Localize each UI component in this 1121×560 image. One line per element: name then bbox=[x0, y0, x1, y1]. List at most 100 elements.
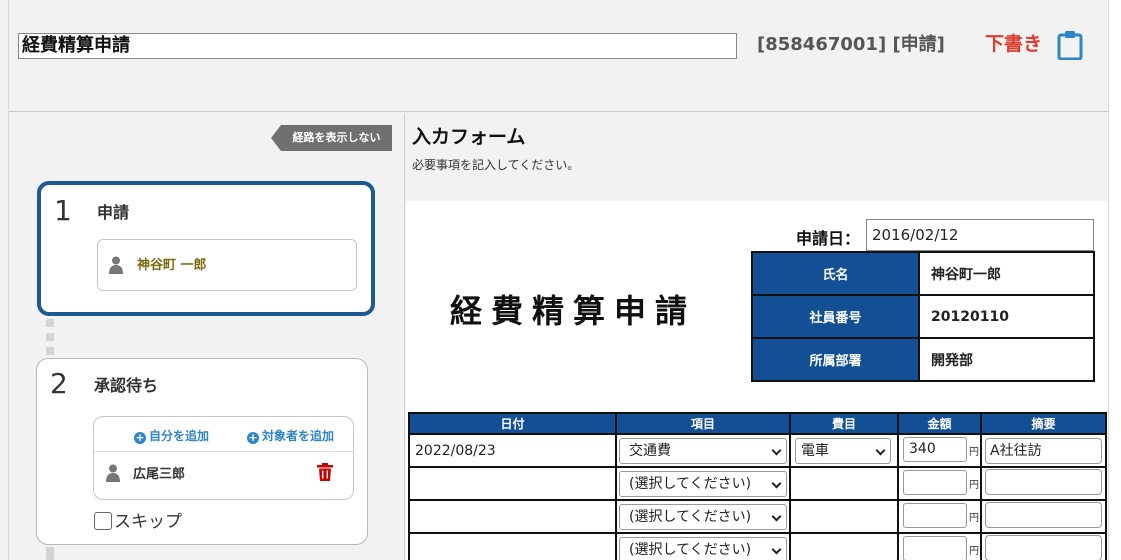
info-label: 氏名 bbox=[751, 251, 920, 296]
expense-table: 日付 項目 費目 金額 摘要 2022/08/23 交通費 電車 340 円 A社… bbox=[408, 412, 1107, 560]
route-panel: 経路を表示しない 1 申請 神谷町 一郎 2 承認待ち + 自分を追加 + 対象者を… bbox=[10, 113, 405, 560]
info-value: 神谷町一郎 bbox=[918, 251, 1095, 296]
approver-box: + 自分を追加 + 対象者を追加 広尾三郎 bbox=[93, 416, 354, 500]
add-self-link[interactable]: + 自分を追加 bbox=[134, 427, 209, 444]
step-name: 承認待ち bbox=[94, 376, 159, 395]
item-select[interactable]: (選択してください) bbox=[619, 503, 787, 530]
amount-input[interactable]: 340 bbox=[903, 437, 967, 462]
cost-cell bbox=[789, 466, 899, 501]
note-cell bbox=[980, 466, 1107, 501]
amount-wrap: 340 円 bbox=[899, 435, 980, 466]
item-select[interactable]: (選択してください) bbox=[619, 536, 787, 560]
date-cell[interactable]: 2022/08/23 bbox=[408, 433, 617, 468]
note-input[interactable] bbox=[985, 534, 1102, 560]
header: 経費精算申請 [858467001] [申請] 下書き bbox=[9, 0, 1108, 112]
document-title-input[interactable]: 経費精算申請 bbox=[18, 33, 737, 59]
add-target-link[interactable]: + 対象者を追加 bbox=[247, 427, 334, 444]
form-header: 入カフォーム 必要事項を記入してください。 bbox=[406, 113, 1108, 201]
column-header-date: 日付 bbox=[408, 412, 617, 435]
employee-info-table: 氏名 神谷町一郎 社員番号 20120110 所属部署 開発部 bbox=[751, 251, 1095, 382]
info-label: 社員番号 bbox=[751, 294, 920, 339]
info-label: 所属部署 bbox=[751, 337, 920, 382]
note-input[interactable] bbox=[985, 501, 1102, 528]
sheet-title: 経費精算申請 bbox=[450, 292, 697, 330]
person-icon bbox=[109, 256, 123, 274]
step-name: 申請 bbox=[97, 203, 130, 222]
draft-status: 下書き bbox=[985, 33, 1043, 55]
yen-unit: 円 bbox=[969, 546, 979, 557]
yen-unit: 円 bbox=[969, 447, 979, 458]
left-edge-bar bbox=[0, 0, 9, 560]
yen-unit: 円 bbox=[969, 513, 979, 524]
apply-date-input[interactable]: 2016/02/12 bbox=[866, 219, 1094, 251]
divider bbox=[94, 451, 353, 452]
checkbox-box bbox=[94, 512, 112, 530]
amount-cell: 円 bbox=[897, 499, 982, 534]
form-title: 入カフォーム bbox=[412, 126, 526, 148]
amount-input[interactable] bbox=[903, 470, 967, 495]
form-subtitle: 必要事項を記入してください。 bbox=[412, 158, 580, 172]
note-cell bbox=[980, 532, 1107, 560]
column-header-cost: 費目 bbox=[789, 412, 899, 435]
note-cell bbox=[980, 499, 1107, 534]
info-row: 氏名 神谷町一郎 bbox=[751, 251, 1095, 296]
column-header-note: 摘要 bbox=[980, 412, 1107, 435]
note-cell: A社往訪 bbox=[980, 433, 1107, 468]
skip-label: スキップ bbox=[114, 512, 182, 532]
date-cell[interactable] bbox=[408, 466, 617, 501]
item-select[interactable]: 交通費 bbox=[619, 437, 787, 464]
note-input[interactable]: A社往訪 bbox=[985, 437, 1102, 464]
table-header-row: 日付 項目 費目 金額 摘要 bbox=[408, 412, 1107, 435]
step-number: 1 bbox=[54, 194, 72, 227]
item-select[interactable]: (選択してください) bbox=[619, 470, 787, 497]
table-row: 2022/08/23 交通費 電車 340 円 A社往訪 bbox=[408, 433, 1107, 468]
date-value bbox=[410, 542, 415, 558]
amount-cell: 340 円 bbox=[897, 433, 982, 468]
document-id: [858467001] [申請] bbox=[757, 34, 945, 55]
form-body: 申請日： 2016/02/12 経費精算申請 氏名 神谷町一郎 社員番号 201… bbox=[406, 201, 1108, 560]
step-number: 2 bbox=[50, 367, 68, 400]
amount-wrap: 円 bbox=[899, 468, 980, 499]
table-row: (選択してください) 円 bbox=[408, 532, 1107, 560]
yen-unit: 円 bbox=[969, 480, 979, 491]
table-row: (選択してください) 円 bbox=[408, 499, 1107, 534]
note-input[interactable] bbox=[985, 468, 1102, 495]
applicant-box: 神谷町 一郎 bbox=[97, 239, 357, 291]
table-row: (選択してください) 円 bbox=[408, 466, 1107, 501]
date-value bbox=[410, 509, 415, 525]
info-row: 所属部署 開発部 bbox=[751, 337, 1095, 382]
clipboard-icon[interactable] bbox=[1057, 30, 1083, 60]
add-target-label: 対象者を追加 bbox=[262, 429, 335, 443]
item-cell: (選択してください) bbox=[615, 532, 791, 560]
add-self-label: 自分を追加 bbox=[149, 429, 210, 443]
skip-checkbox[interactable]: スキップ bbox=[94, 507, 182, 532]
route-step-2: 2 承認待ち + 自分を追加 + 対象者を追加 広尾三郎 スキップ bbox=[36, 358, 368, 545]
amount-cell: 円 bbox=[897, 532, 982, 560]
cost-select[interactable]: 電車 bbox=[795, 437, 891, 464]
item-cell: 交通費 bbox=[615, 433, 791, 468]
applicant-name: 神谷町 一郎 bbox=[137, 258, 207, 273]
amount-input[interactable] bbox=[903, 503, 967, 528]
item-cell: (選択してください) bbox=[615, 499, 791, 534]
cost-cell: 電車 bbox=[789, 433, 899, 468]
info-value: 20120110 bbox=[918, 294, 1095, 339]
date-value bbox=[410, 476, 415, 492]
column-header-amount: 金額 bbox=[897, 412, 982, 435]
cost-cell bbox=[789, 499, 899, 534]
plus-circle-icon: + bbox=[247, 431, 259, 444]
person-icon bbox=[106, 464, 120, 482]
info-value: 開発部 bbox=[918, 337, 1095, 382]
amount-input[interactable] bbox=[903, 536, 967, 560]
cost-cell bbox=[789, 532, 899, 560]
right-scrollbar[interactable] bbox=[1108, 0, 1121, 560]
amount-wrap: 円 bbox=[899, 534, 980, 560]
amount-cell: 円 bbox=[897, 466, 982, 501]
date-cell[interactable] bbox=[408, 532, 617, 560]
trash-icon[interactable] bbox=[317, 463, 333, 481]
plus-circle-icon: + bbox=[134, 431, 146, 444]
hide-route-button[interactable]: 経路を表示しない bbox=[271, 125, 392, 151]
date-value: 2022/08/23 bbox=[415, 442, 496, 459]
apply-date-label: 申請日： bbox=[796, 229, 861, 248]
amount-wrap: 円 bbox=[899, 501, 980, 532]
date-cell[interactable] bbox=[408, 499, 617, 534]
